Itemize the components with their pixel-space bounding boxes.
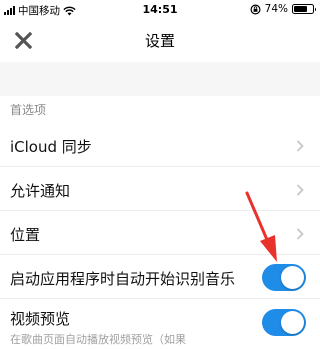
status-right: 74% (250, 3, 316, 15)
page-title: 设置 (144, 32, 175, 50)
toggle-knob (281, 311, 304, 334)
status-bar: 中国移动 14:51 74% (0, 0, 320, 20)
row-label: iCloud 同步 (10, 138, 92, 156)
section-spacer (0, 62, 320, 96)
chevron-right-icon (296, 228, 304, 240)
row-label: 允许通知 (10, 182, 71, 200)
row-location[interactable]: 位置 (0, 213, 320, 255)
row-label: 视频预览 (10, 310, 71, 328)
battery-percent: 74% (264, 3, 288, 15)
row-allow-notifications[interactable]: 允许通知 (0, 169, 320, 211)
video-preview-description: 在歌曲页面自动播放视频预览（如果 (10, 333, 186, 346)
row-icloud-sync[interactable]: iCloud 同步 (0, 125, 320, 167)
auto-recognize-toggle[interactable] (262, 264, 306, 291)
chevron-right-icon (296, 140, 304, 152)
row-auto-recognize: 启动应用程序时自动开始识别音乐 (0, 257, 320, 299)
row-label: 位置 (10, 226, 41, 244)
row-label: 启动应用程序时自动开始识别音乐 (10, 270, 236, 288)
orientation-lock-icon (250, 3, 261, 15)
section-header: 首选项 (10, 103, 47, 117)
nav-bar: 设置 (0, 20, 320, 60)
toggle-knob (281, 266, 304, 289)
chevron-right-icon (296, 184, 304, 196)
video-preview-toggle[interactable] (262, 309, 306, 336)
battery-icon (292, 4, 316, 14)
battery-fill (294, 6, 308, 12)
